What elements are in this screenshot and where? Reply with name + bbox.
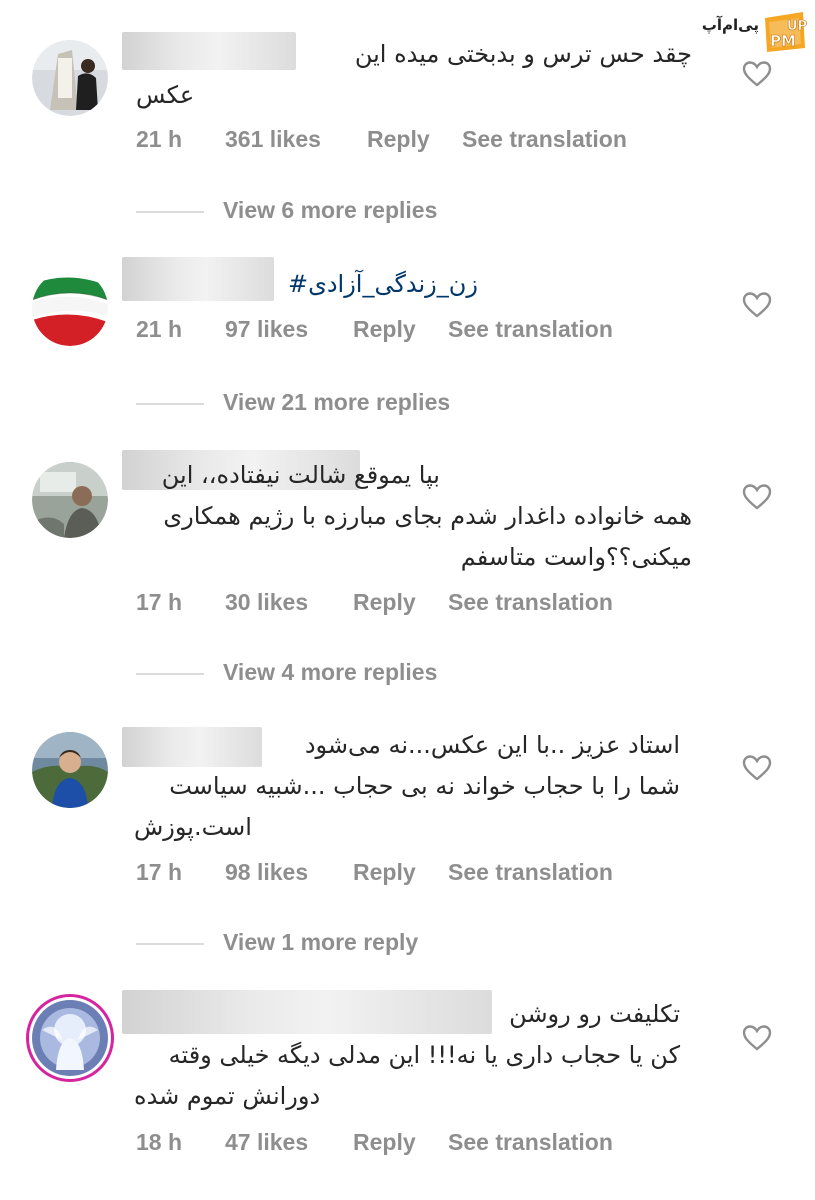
heart-icon[interactable] [742,754,772,782]
heart-icon[interactable] [742,483,772,511]
reply-button[interactable]: Reply [353,859,416,886]
view-replies-label: View 1 more reply [223,929,419,955]
likes-count[interactable]: 98 likes [225,859,308,886]
comment-line: کن یا حجاب داری یا نه!!! این مدلی دیگه خ… [168,1041,680,1069]
see-translation-button[interactable]: See translation [448,589,613,616]
comment-time: 21 h [136,126,183,152]
view-replies-label: View 4 more replies [223,659,438,685]
likes-count[interactable]: 97 likes [225,316,308,343]
comment-line: استاد عزیز ..با این عکس...نه می‌شود [304,731,680,759]
likes-count[interactable]: 30 likes [225,589,308,616]
replies-divider [136,943,204,945]
reply-button[interactable]: Reply [353,316,416,343]
comment-text: بپا یموقع شالت نیفتاده،، این همه خانواده… [122,455,692,578]
reply-button[interactable]: Reply [353,589,416,616]
comment-line: دورانش تموم شده [134,1082,321,1110]
avatar-with-story-ring[interactable] [26,994,114,1082]
comment-line: تکلیفت رو روشن [509,1000,680,1028]
replies-divider [136,673,204,675]
watermark-text: پی‌ام‌آپ [701,16,759,34]
site-watermark: پی‌ام‌آپ UP PM [701,6,811,52]
comment-time: 18 h [136,1129,183,1155]
reply-button[interactable]: Reply [367,126,430,153]
comment-line: عکس [136,81,195,109]
avatar[interactable] [32,270,108,346]
iran-flag-avatar-image [32,270,108,346]
avatar[interactable] [32,732,108,808]
avatar[interactable] [32,40,108,116]
comment-line: چقد حس ترس و بدبختی میده این [354,40,692,68]
avatar-image [32,462,108,538]
comment-line: بپا یموقع شالت نیفتاده،، این [161,461,440,489]
replies-divider [136,211,204,213]
see-translation-button[interactable]: See translation [448,1129,613,1156]
reply-button[interactable]: Reply [353,1129,416,1156]
view-replies-label: View 6 more replies [223,197,438,223]
view-replies-label: View 21 more replies [223,389,451,415]
comment-line: میکنی؟؟واست متاسفم [460,543,692,571]
comment-line: همه خانواده داغدار شدم بجای مبارزه با رژ… [163,502,692,530]
svg-text:PM: PM [770,32,796,50]
comment-text: زن_زندگی_آزادی# [122,264,478,305]
comment-time: 21 h [136,316,183,342]
avatar[interactable] [32,462,108,538]
replies-divider [136,403,204,405]
comment-line: شما را با حجاب خواند نه بی حجاب ...شبیه … [169,772,680,800]
comment-text: چقد حس ترس و بدبختی میده این عکس [122,34,692,116]
likes-count[interactable]: 47 likes [225,1129,308,1156]
upm-logo-icon: UP PM [765,12,807,52]
comment-text: استاد عزیز ..با این عکس...نه می‌شود شما … [122,725,692,848]
likes-count[interactable]: 361 likes [225,126,321,153]
comment-time: 17 h [136,589,183,615]
comment-line: است.پوزش [134,813,252,841]
comment-text: تکلیفت رو روشن کن یا حجاب داری یا نه!!! … [122,994,692,1117]
see-translation-button[interactable]: See translation [448,316,613,343]
see-translation-button[interactable]: See translation [462,126,627,153]
comment-time: 17 h [136,859,183,885]
hashtag-link[interactable]: زن_زندگی_آزادی# [122,264,478,305]
heart-icon[interactable] [742,60,772,88]
heart-icon[interactable] [742,1024,772,1052]
see-translation-button[interactable]: See translation [448,859,613,886]
avatar-image [32,1000,108,1076]
avatar-image [32,40,108,116]
heart-icon[interactable] [742,291,772,319]
avatar-image [32,732,108,808]
